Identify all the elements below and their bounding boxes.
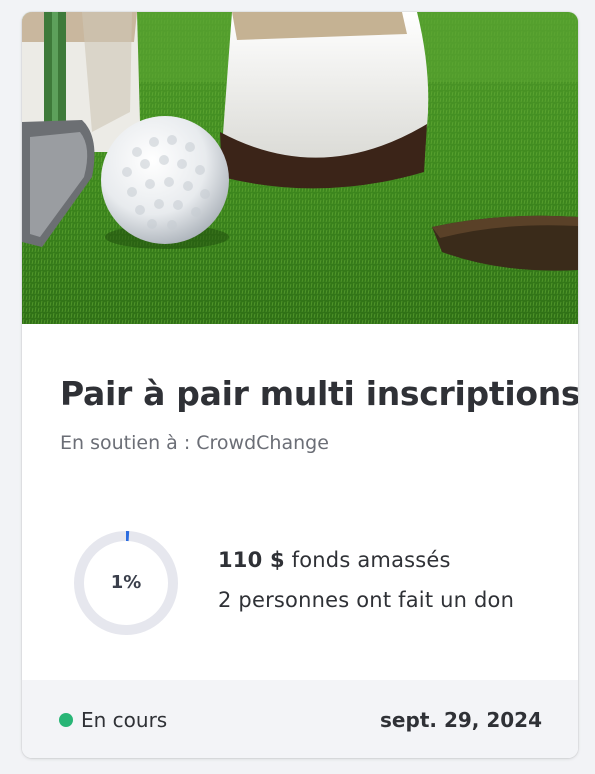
funds-amount: 110 $ (218, 548, 285, 572)
campaign-card[interactable]: Pair à pair multi inscriptions En soutie… (22, 12, 578, 758)
campaign-beneficiary: En soutien à : CrowdChange (60, 432, 329, 454)
campaign-date: sept. 29, 2024 (380, 708, 542, 732)
campaign-footer: En cours sept. 29, 2024 (22, 680, 578, 758)
status-label: En cours (81, 708, 168, 732)
campaign-title[interactable]: Pair à pair multi inscriptions (60, 374, 578, 413)
status-badge: En cours (59, 708, 167, 732)
campaign-image (22, 12, 578, 324)
funds-raised: 110 $ fonds amassés (218, 548, 514, 572)
donor-count: 2 personnes ont fait un don (218, 588, 515, 612)
campaign-stats: 110 $ fonds amassés 2 personnes ont fait… (218, 548, 514, 612)
funds-label: fonds amassés (284, 548, 451, 572)
progress-percent: 1% (110, 572, 142, 593)
status-dot-icon (59, 713, 73, 727)
